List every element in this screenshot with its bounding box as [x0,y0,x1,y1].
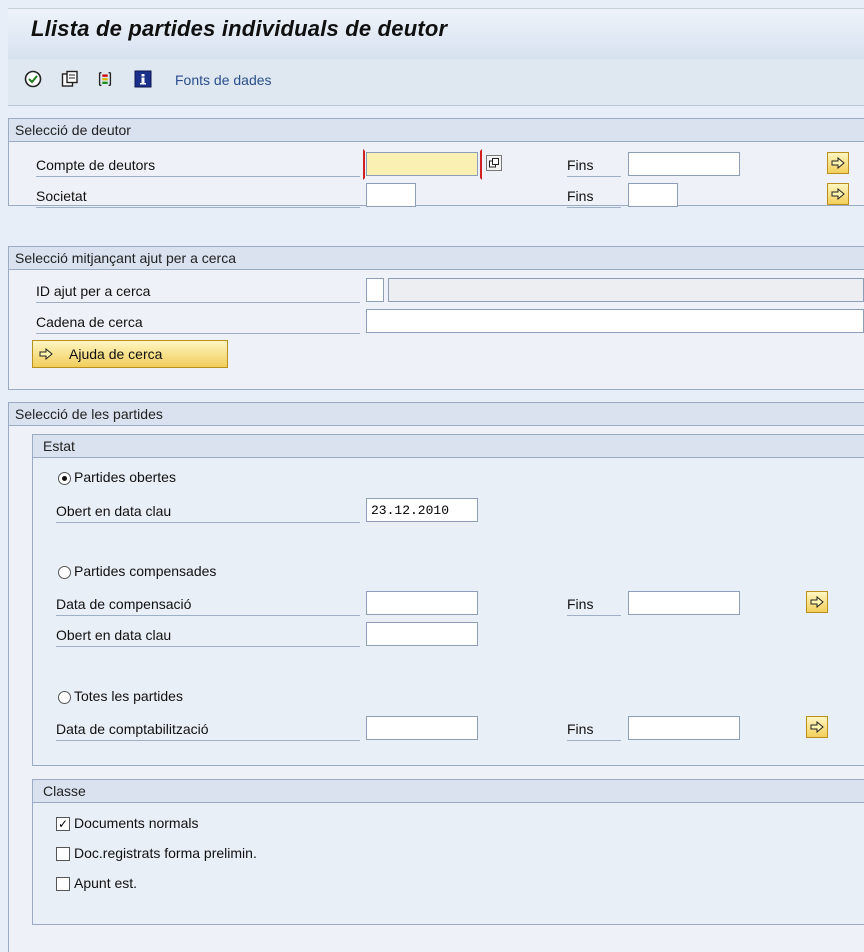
posting-date-to-input[interactable] [628,716,740,740]
noted-items-label: Apunt est. [74,875,138,891]
cleared-open-key-date-label: Obert en data clau [56,624,360,647]
posting-date-label: Data de comptabilització [56,718,360,741]
variant-icon[interactable] [61,70,79,88]
normal-documents-checkbox[interactable]: ✓ [56,817,70,831]
clearing-date-label: Data de compensació [56,593,360,616]
company-code-label: Societat [36,185,360,208]
arrow-right-icon [39,348,53,360]
group-header: Selecció de deutor [9,119,864,142]
cleared-items-radio[interactable] [58,566,71,579]
multiple-selection-button[interactable] [806,591,828,613]
color-legend-icon[interactable] [96,70,114,88]
search-string-label: Cadena de cerca [36,311,360,334]
company-code-to-input[interactable] [628,183,678,207]
search-help-button[interactable]: Ajuda de cerca [32,340,228,368]
multiple-selection-icon[interactable] [486,155,502,171]
multiple-selection-button[interactable] [827,152,849,174]
subgroup-header: Classe [33,780,864,803]
open-key-date-label: Obert en data clau [56,500,360,523]
data-sources-link[interactable]: Fonts de dades [175,72,272,88]
noted-items-checkbox[interactable] [56,877,70,891]
all-items-label: Totes les partides [74,688,183,704]
cleared-open-key-date-input[interactable] [366,622,478,646]
execute-icon[interactable] [24,70,42,88]
posting-date-input[interactable] [366,716,478,740]
account-to-label: Fins [567,154,621,177]
company-code-input[interactable] [366,183,416,207]
search-help-button-label: Ajuda de cerca [69,346,163,362]
all-items-radio[interactable] [58,691,71,704]
open-items-radio[interactable] [58,472,71,485]
subgroup-header: Estat [33,435,864,458]
page-title: Llista de partides individuals de deutor [31,16,448,41]
parked-documents-label: Doc.registrats forma prelimin. [74,845,257,861]
open-key-date-input[interactable] [366,498,478,522]
group-header: Selecció de les partides [9,403,864,426]
parked-documents-checkbox[interactable] [56,847,70,861]
posting-to-label: Fins [567,718,621,741]
clearing-date-input[interactable] [366,591,478,615]
company-to-label: Fins [567,185,621,208]
search-help-description-field [388,278,864,302]
search-help-id-label: ID ajut per a cerca [36,280,360,303]
clearing-to-label: Fins [567,593,621,616]
info-icon[interactable] [134,70,152,88]
debtor-account-label: Compte de deutors [36,154,360,177]
cleared-items-label: Partides compensades [74,563,217,579]
normal-documents-label: Documents normals [74,815,199,831]
focus-frame [363,149,482,180]
search-string-input[interactable] [366,309,864,333]
clearing-date-to-input[interactable] [628,591,740,615]
search-help-id-input[interactable] [366,278,384,302]
multiple-selection-button[interactable] [806,716,828,738]
open-items-label: Partides obertes [74,469,176,485]
debtor-account-to-input[interactable] [628,152,740,176]
multiple-selection-button[interactable] [827,183,849,205]
group-header: Selecció mitjançant ajut per a cerca [9,247,864,270]
